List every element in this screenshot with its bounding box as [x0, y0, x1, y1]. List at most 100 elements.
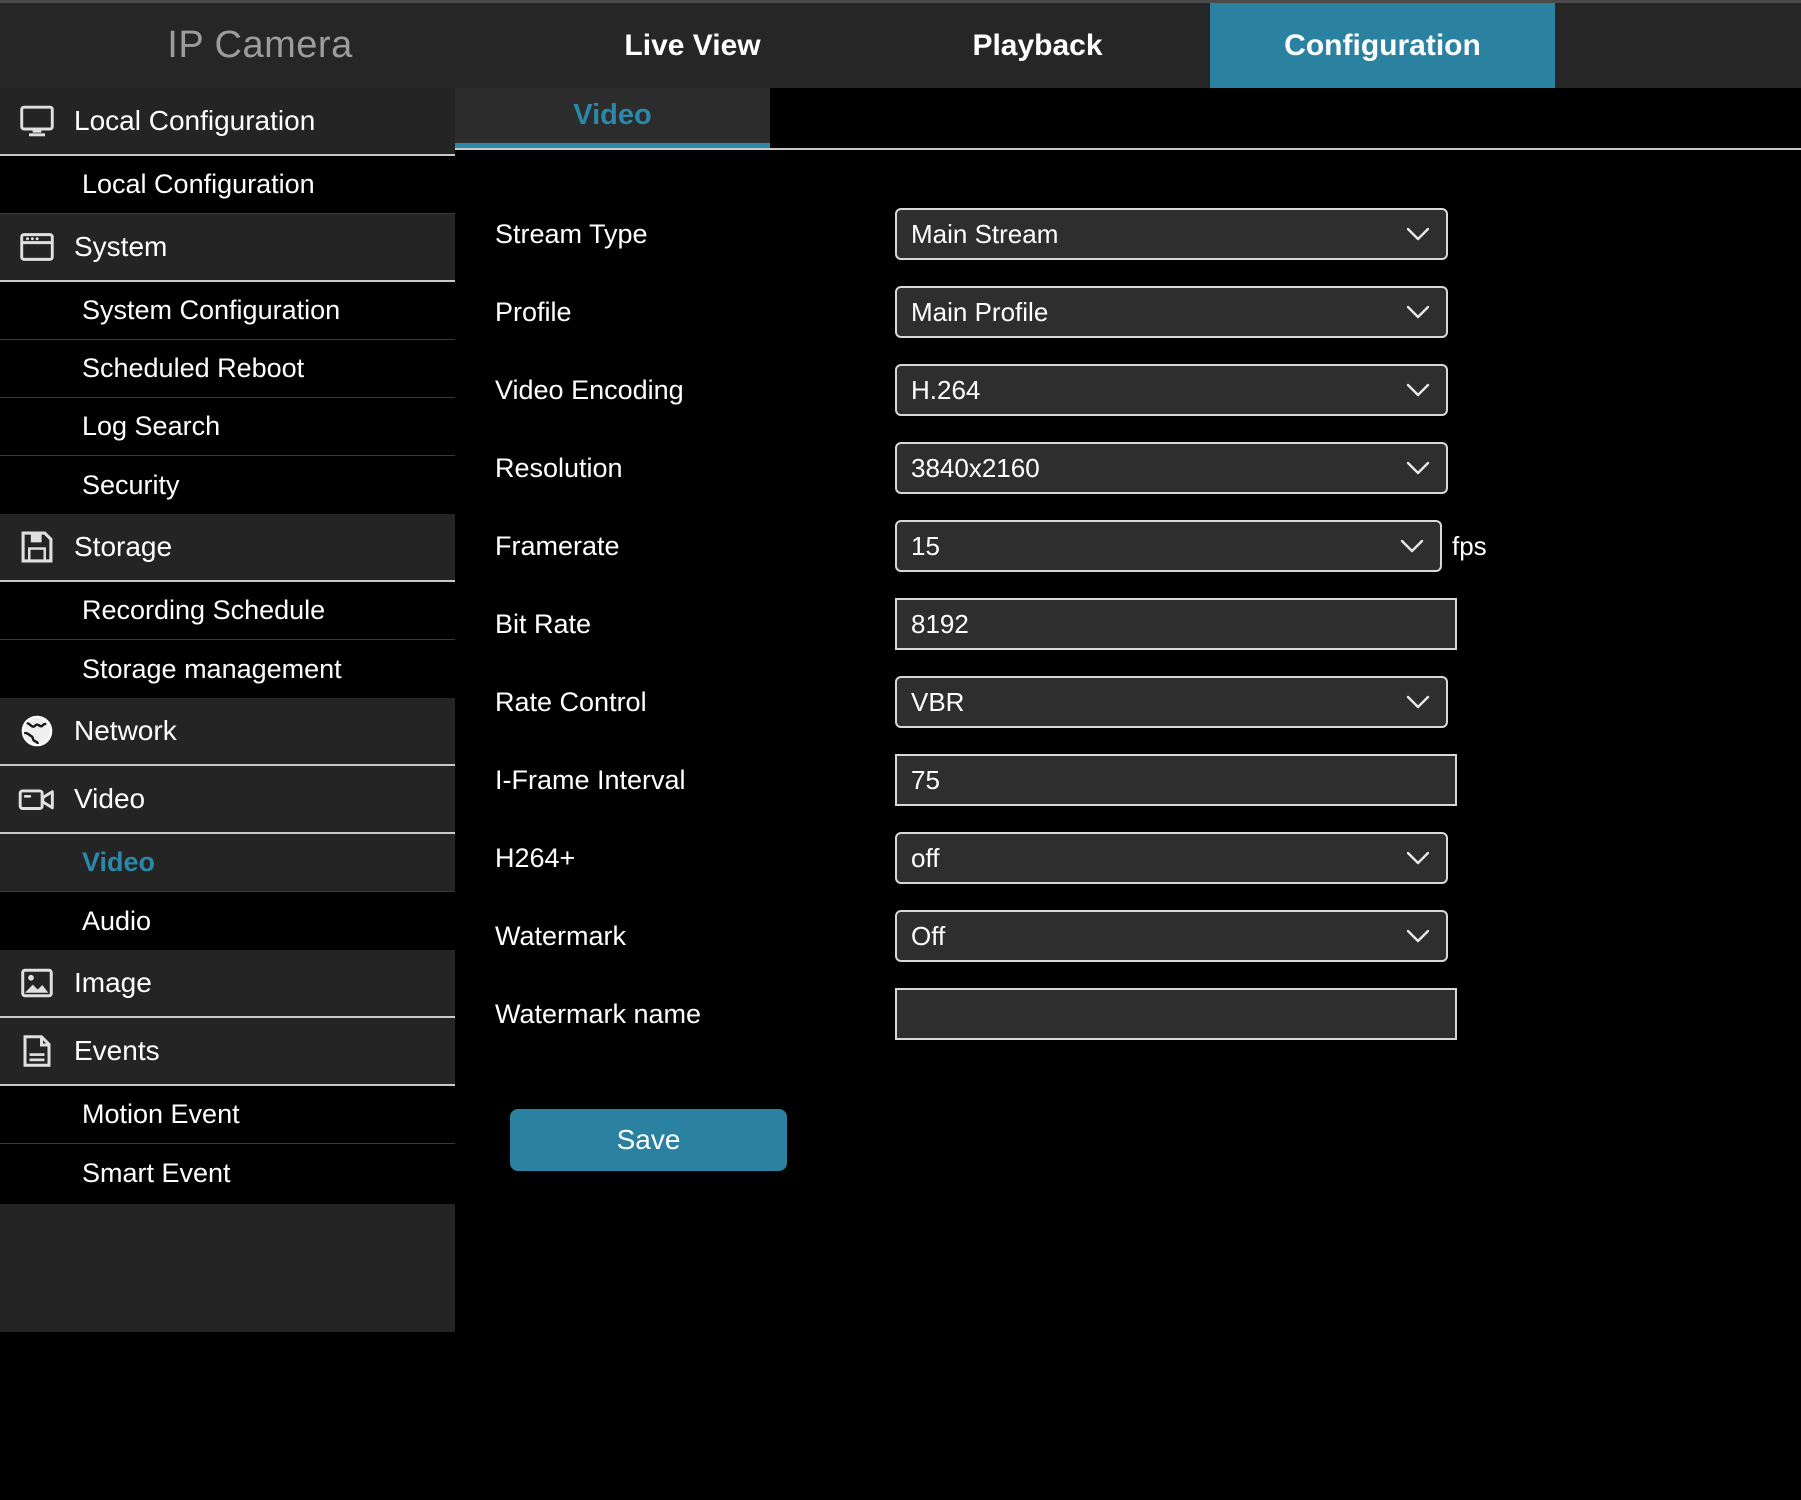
stream-type-select[interactable]: Main Stream — [895, 208, 1448, 260]
rate-control-value: VBR — [911, 687, 964, 718]
sidebar-item-log-search[interactable]: Log Search — [0, 398, 455, 456]
label-profile: Profile — [495, 297, 895, 328]
sidebar-group-local-configuration[interactable]: Local Configuration — [0, 88, 455, 156]
tab-video[interactable]: Video — [455, 88, 770, 148]
watermark-value: Off — [911, 921, 945, 952]
chevron-down-icon — [1406, 383, 1430, 397]
form-row-h264plus: H264+ off — [495, 819, 1801, 897]
watermark-select[interactable]: Off — [895, 910, 1448, 962]
chevron-down-icon — [1406, 929, 1430, 943]
save-button[interactable]: Save — [510, 1109, 787, 1171]
video-settings-form: Stream Type Main Stream Profile Main Pro… — [455, 150, 1801, 1171]
framerate-value: 15 — [911, 531, 940, 562]
form-row-bit-rate: Bit Rate 8192 — [495, 585, 1801, 663]
framerate-unit-label: fps — [1452, 531, 1487, 562]
control-watermark: Off — [895, 910, 1448, 962]
rate-control-select[interactable]: VBR — [895, 676, 1448, 728]
form-row-i-frame-interval: I-Frame Interval 75 — [495, 741, 1801, 819]
chevron-down-icon — [1400, 539, 1424, 553]
tab-playback[interactable]: Playback — [865, 3, 1210, 88]
label-resolution: Resolution — [495, 453, 895, 484]
sidebar-item-local-configuration[interactable]: Local Configuration — [0, 156, 455, 214]
document-icon — [0, 1034, 74, 1068]
form-row-resolution: Resolution 3840x2160 — [495, 429, 1801, 507]
control-bit-rate: 8192 — [895, 598, 1457, 650]
form-row-watermark: Watermark Off — [495, 897, 1801, 975]
i-frame-interval-input[interactable]: 75 — [895, 754, 1457, 806]
sidebar-group-system[interactable]: System — [0, 214, 455, 282]
control-stream-type: Main Stream — [895, 208, 1448, 260]
bit-rate-input[interactable]: 8192 — [895, 598, 1457, 650]
h264plus-select[interactable]: off — [895, 832, 1448, 884]
sidebar-group-label: Events — [74, 1035, 160, 1067]
content-tabstrip: Video — [455, 88, 1801, 150]
label-h264plus: H264+ — [495, 843, 895, 874]
label-rate-control: Rate Control — [495, 687, 895, 718]
content-panel: Video Stream Type Main Stream Profile Ma… — [455, 88, 1801, 1500]
sidebar-item-storage-management[interactable]: Storage management — [0, 640, 455, 698]
control-video-encoding: H.264 — [895, 364, 1448, 416]
label-stream-type: Stream Type — [495, 219, 895, 250]
h264plus-value: off — [911, 843, 939, 874]
label-watermark-name: Watermark name — [495, 999, 895, 1030]
sidebar-group-label: Image — [74, 967, 152, 999]
resolution-select[interactable]: 3840x2160 — [895, 442, 1448, 494]
video-camera-icon — [0, 785, 74, 813]
sidebar-item-video[interactable]: Video — [0, 834, 455, 892]
framerate-select[interactable]: 15 — [895, 520, 1442, 572]
ip-camera-config-page: IP Camera Live View Playback Configurati… — [0, 0, 1801, 1500]
chevron-down-icon — [1406, 305, 1430, 319]
form-row-framerate: Framerate 15 fps — [495, 507, 1801, 585]
control-rate-control: VBR — [895, 676, 1448, 728]
chevron-down-icon — [1406, 461, 1430, 475]
sidebar-item-system-configuration[interactable]: System Configuration — [0, 282, 455, 340]
sidebar-item-security[interactable]: Security — [0, 456, 455, 514]
top-header-bar: IP Camera Live View Playback Configurati… — [0, 0, 1801, 88]
form-row-watermark-name: Watermark name — [495, 975, 1801, 1053]
video-encoding-select[interactable]: H.264 — [895, 364, 1448, 416]
picture-icon — [0, 968, 74, 998]
profile-select[interactable]: Main Profile — [895, 286, 1448, 338]
sidebar-group-label: Storage — [74, 531, 172, 563]
sidebar-item-smart-event[interactable]: Smart Event — [0, 1144, 455, 1202]
form-row-profile: Profile Main Profile — [495, 273, 1801, 351]
monitor-icon — [0, 105, 74, 137]
sidebar-group-image[interactable]: Image — [0, 950, 455, 1018]
sidebar-empty-area — [0, 1202, 455, 1332]
sidebar-item-scheduled-reboot[interactable]: Scheduled Reboot — [0, 340, 455, 398]
sidebar-group-label: Video — [74, 783, 145, 815]
sidebar-group-label: System — [74, 231, 167, 263]
profile-value: Main Profile — [911, 297, 1048, 328]
tab-configuration[interactable]: Configuration — [1210, 3, 1555, 88]
control-profile: Main Profile — [895, 286, 1448, 338]
control-framerate: 15 fps — [895, 520, 1487, 572]
sidebar-group-network[interactable]: Network — [0, 698, 455, 766]
control-watermark-name — [895, 988, 1457, 1040]
window-icon — [0, 231, 74, 263]
stream-type-value: Main Stream — [911, 219, 1058, 250]
sidebar-group-video[interactable]: Video — [0, 766, 455, 834]
sidebar-item-audio[interactable]: Audio — [0, 892, 455, 950]
label-bit-rate: Bit Rate — [495, 609, 895, 640]
sidebar-group-events[interactable]: Events — [0, 1018, 455, 1086]
sidebar-item-motion-event[interactable]: Motion Event — [0, 1086, 455, 1144]
globe-icon — [0, 714, 74, 748]
form-row-rate-control: Rate Control VBR — [495, 663, 1801, 741]
sidebar-group-label: Local Configuration — [74, 105, 315, 137]
label-watermark: Watermark — [495, 921, 895, 952]
control-h264plus: off — [895, 832, 1448, 884]
form-row-stream-type: Stream Type Main Stream — [495, 195, 1801, 273]
brand-title: IP Camera — [0, 3, 520, 88]
sidebar-group-storage[interactable]: Storage — [0, 514, 455, 582]
watermark-name-input[interactable] — [895, 988, 1457, 1040]
video-encoding-value: H.264 — [911, 375, 980, 406]
tab-live-view[interactable]: Live View — [520, 3, 865, 88]
sidebar-group-label: Network — [74, 715, 177, 747]
control-resolution: 3840x2160 — [895, 442, 1448, 494]
control-i-frame-interval: 75 — [895, 754, 1457, 806]
label-video-encoding: Video Encoding — [495, 375, 895, 406]
floppy-disk-icon — [0, 530, 74, 564]
resolution-value: 3840x2160 — [911, 453, 1040, 484]
sidebar-item-recording-schedule[interactable]: Recording Schedule — [0, 582, 455, 640]
chevron-down-icon — [1406, 227, 1430, 241]
